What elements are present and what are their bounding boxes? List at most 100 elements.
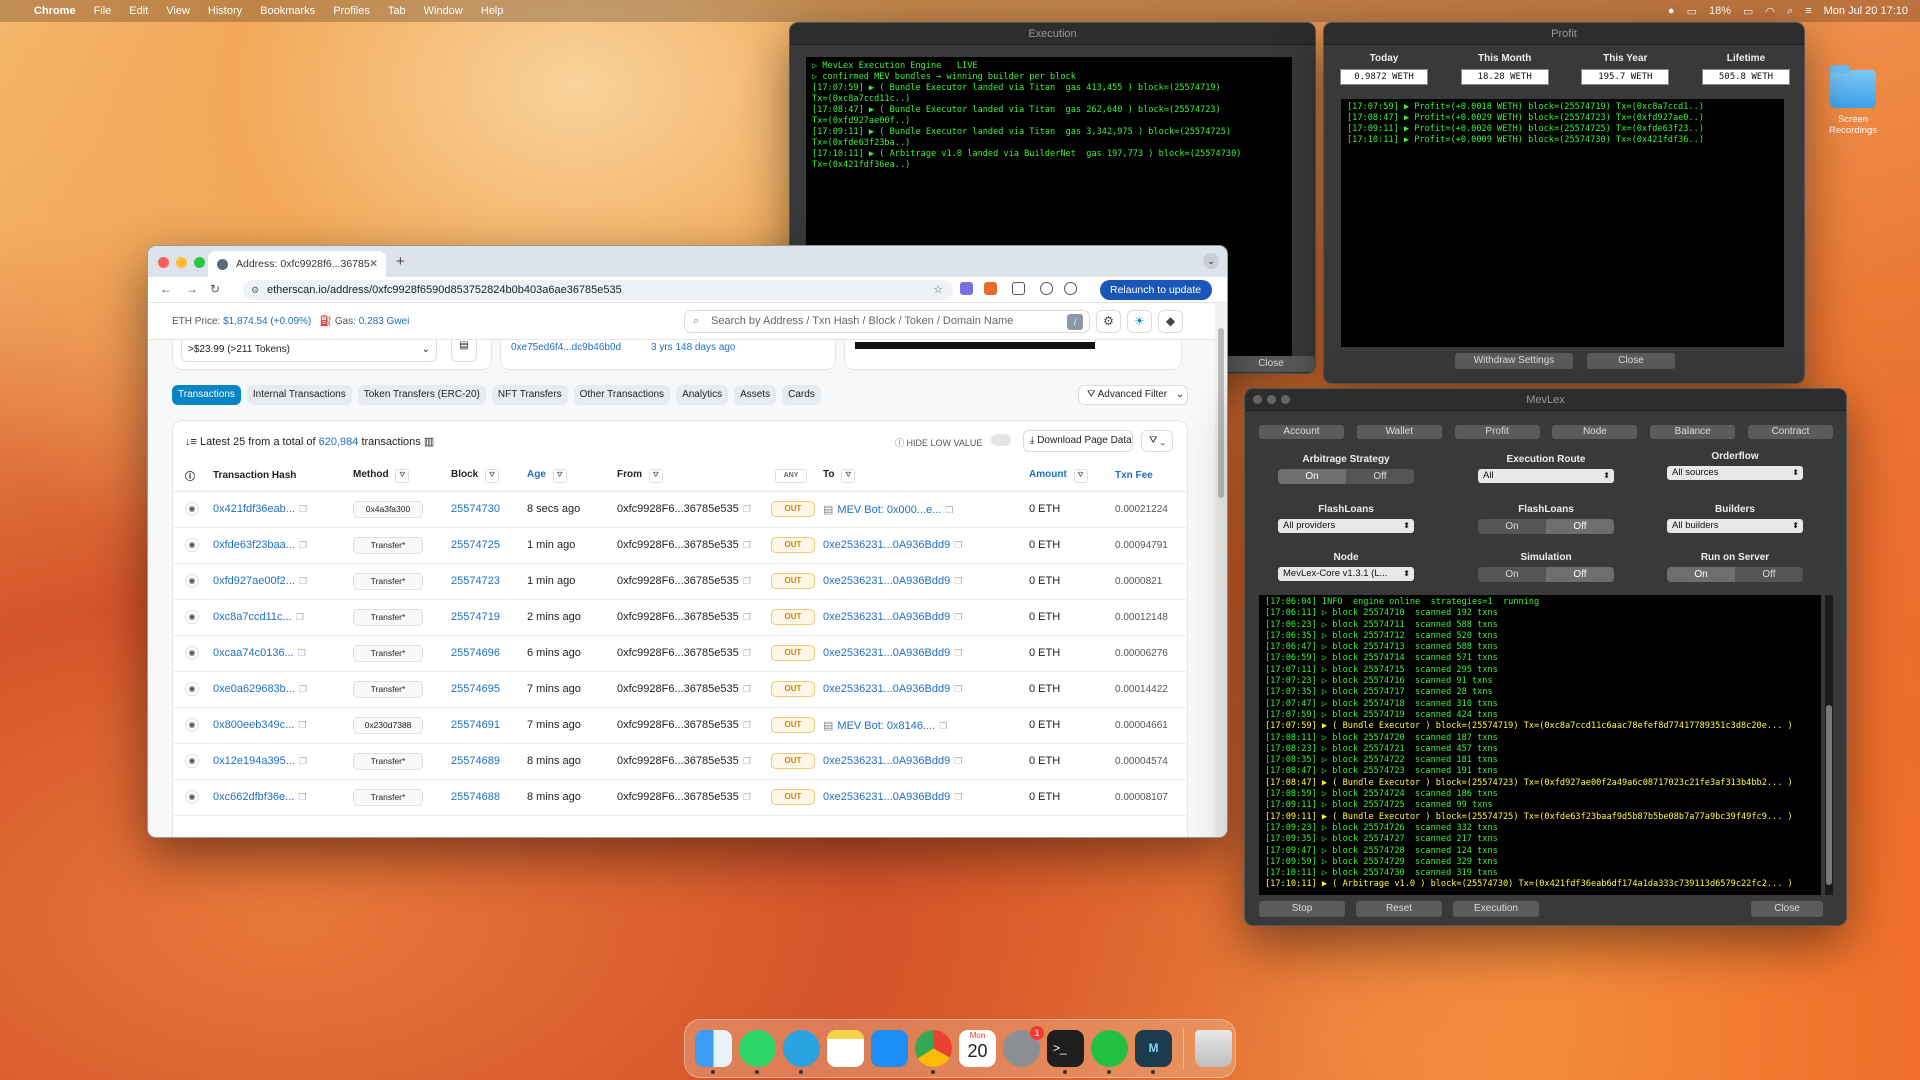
copy-icon[interactable]: ❐ [954,648,962,658]
theme-toggle-icon[interactable]: ☀ [1127,310,1152,333]
menu-app-name[interactable]: Chrome [34,5,76,17]
copy-icon[interactable]: ❐ [954,684,962,694]
close-window-icon[interactable] [1253,395,1262,404]
ethereum-network-icon[interactable]: ◆ [1158,310,1183,333]
menu-tab[interactable]: Tab [388,5,406,17]
page-scrollbar[interactable] [1215,303,1227,837]
tx-hash-link[interactable]: 0xfde63f23baa... [213,539,295,551]
block-link[interactable]: 25574719 [451,611,500,623]
col-direction[interactable]: ANY [767,461,819,492]
minimize-window-icon[interactable] [176,257,187,268]
copy-icon[interactable]: ❐ [743,684,751,694]
copy-icon[interactable]: ❐ [939,721,947,731]
copy-icon[interactable]: ❐ [299,756,307,766]
preview-eye-icon[interactable]: ◉ [185,718,199,732]
calendar-icon[interactable]: Mon 20 [959,1030,996,1067]
url-field[interactable]: ⚙ etherscan.io/address/0xfc9928f6590d853… [243,280,953,300]
copy-icon[interactable]: ❐ [743,648,751,658]
copy-icon[interactable]: ❐ [299,576,307,586]
col-txn-fee[interactable]: Txn Fee [1111,461,1189,492]
download-page-data-button[interactable]: ⤓ Download Page Data [1023,430,1133,452]
reload-icon[interactable]: ↻ [210,282,220,296]
tab-other-transactions[interactable]: Other Transactions [573,385,671,405]
builders-select[interactable]: All builders [1667,519,1803,533]
tab-transactions[interactable]: Transactions [172,385,241,405]
screen-recordings-folder[interactable]: Screen Recordings [1820,65,1886,136]
copy-icon[interactable]: ❐ [296,612,304,622]
new-tab-icon[interactable]: + [396,253,405,270]
stop-button[interactable]: Stop [1259,901,1345,917]
metamask-icon[interactable] [984,282,997,295]
withdraw-settings-button[interactable]: Withdraw Settings [1455,353,1573,369]
menu-edit[interactable]: Edit [129,5,148,17]
back-icon[interactable]: ← [160,282,172,296]
minimize-window-icon[interactable] [1267,395,1276,404]
filter-icon[interactable]: ⛛ [1073,468,1088,483]
tab-account[interactable]: Account [1259,425,1344,439]
copy-icon[interactable]: ❐ [945,505,953,515]
copy-icon[interactable]: ❐ [954,756,962,766]
flashloans-toggle[interactable]: On Off [1478,519,1614,534]
preview-eye-icon[interactable]: ◉ [185,574,199,588]
site-info-icon[interactable]: ⚙ [251,280,259,300]
tab-nft-transfers[interactable]: NFT Transfers [491,385,568,405]
preview-eye-icon[interactable]: ◉ [185,538,199,552]
relaunch-to-update-button[interactable]: Relaunch to update ⋮ [1100,280,1212,316]
to-address-link[interactable]: 0xe2536231...0A936Bdd9 [823,755,950,767]
tab-node[interactable]: Node [1552,425,1638,439]
col-age[interactable]: Age ⛛ [523,461,613,492]
tx-hash-link[interactable]: 0xcaa74c0136... [213,647,294,659]
menu-view[interactable]: View [166,5,190,17]
to-address-link[interactable]: 0xe2536231...0A936Bdd9 [823,683,950,695]
block-link[interactable]: 25574696 [451,647,500,659]
copy-icon[interactable]: ❐ [954,576,962,586]
trash-icon[interactable] [1195,1030,1232,1067]
to-address-link[interactable]: 0xe2536231...0A936Bdd9 [823,791,950,803]
tab-contract[interactable]: Contract [1747,425,1833,439]
col-amount[interactable]: Amount ⛛ [1025,461,1111,492]
app-store-icon[interactable] [871,1030,908,1067]
browser-tab[interactable]: Address: 0xfc9928f6...36785 ✕ [208,251,386,277]
run-on-server-toggle[interactable]: On Off [1667,567,1803,582]
node-select[interactable]: MevLex-Core v1.3.1 (L... [1278,567,1414,581]
block-link[interactable]: 25574695 [451,683,500,695]
search-input[interactable]: ⌕ Search by Address / Txn Hash / Block /… [684,310,1090,333]
tx-hash-link[interactable]: 0xc662dfbf36e... [213,791,294,803]
tx-hash-link[interactable]: 0x800eeb349c... [213,719,294,731]
arbitrage-strategy-toggle[interactable]: On Off [1278,469,1414,484]
preview-eye-icon[interactable]: ◉ [185,646,199,660]
zoom-window-icon[interactable] [194,257,205,268]
mevlex-app-icon[interactable]: M [1135,1030,1172,1074]
tab-profit[interactable]: Profit [1454,425,1540,439]
close-tab-icon[interactable]: ✕ [369,251,378,277]
chrome-icon[interactable] [915,1030,952,1074]
tab-wallet[interactable]: Wallet [1356,425,1442,439]
reset-button[interactable]: Reset [1356,901,1442,917]
funded-by-age[interactable]: 3 yrs 148 days ago [651,342,736,353]
copy-icon[interactable]: ❐ [743,720,751,730]
menu-profiles[interactable]: Profiles [333,5,370,17]
tab-internal-transactions[interactable]: Internal Transactions [246,385,352,405]
block-link[interactable]: 25574730 [451,503,500,515]
system-settings-icon[interactable]: 1 [1003,1026,1044,1067]
filter-icon[interactable]: ⛛ [648,468,663,483]
close-button[interactable]: Close [1227,356,1315,372]
battery-icon[interactable]: ▭ [1743,5,1753,18]
filter-dropdown-button[interactable]: ⛛ ⌄ [1141,430,1173,452]
menu-window[interactable]: Window [424,5,463,17]
copy-icon[interactable]: ❐ [299,540,307,550]
telegram-icon[interactable] [783,1030,820,1074]
copy-icon[interactable]: ❐ [954,540,962,550]
copy-icon[interactable]: ❐ [743,612,751,622]
copy-icon[interactable]: ❐ [298,648,306,658]
close-button[interactable]: Close [1751,901,1823,917]
extensions-puzzle-icon[interactable] [1012,282,1025,295]
copy-icon[interactable]: ❐ [954,612,962,622]
zoom-window-icon[interactable] [1281,395,1290,404]
control-center-icon[interactable]: ≡ [1805,5,1811,17]
to-address-link[interactable]: MEV Bot: 0x8146.... [837,720,935,732]
profile-icon[interactable] [1064,282,1077,295]
filter-icon[interactable]: ⛛ [395,468,410,483]
green-app-icon[interactable] [1091,1030,1128,1074]
to-address-link[interactable]: 0xe2536231...0A936Bdd9 [823,539,950,551]
